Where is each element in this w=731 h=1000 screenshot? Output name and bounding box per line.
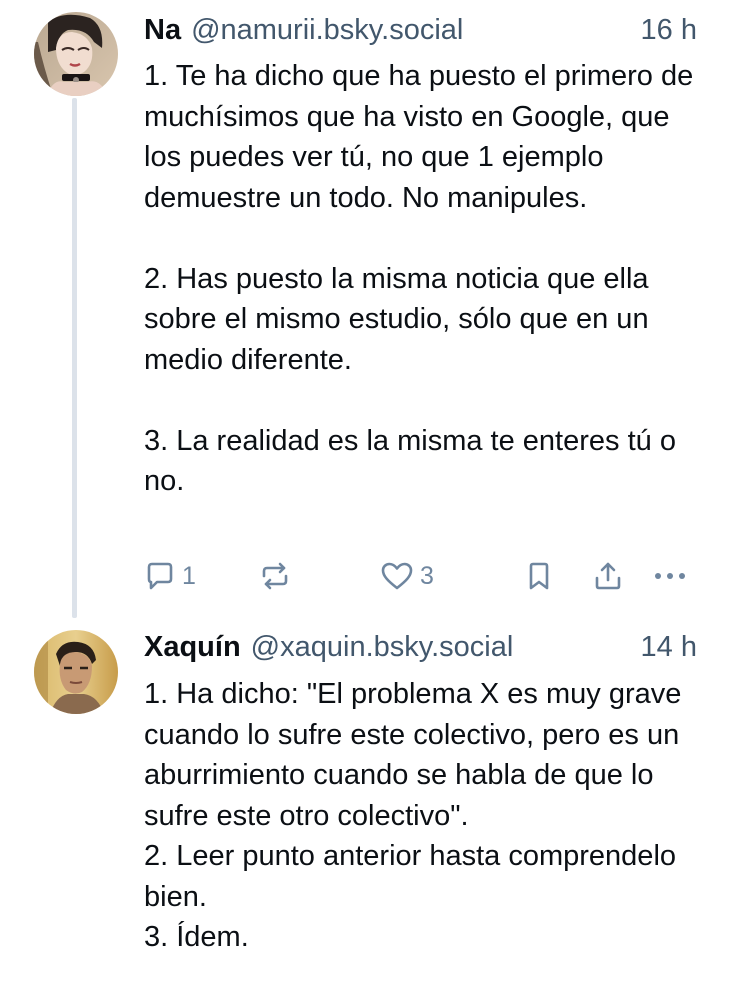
repost-button[interactable]: [258, 556, 292, 596]
post-paragraph: 2. Leer punto anterior hasta comprendelo…: [144, 840, 677, 913]
author-handle[interactable]: @xaquin.bsky.social: [251, 631, 514, 664]
share-upload-icon: [592, 560, 624, 592]
post-text: 1. Te ha dicho que ha puesto el primero …: [144, 56, 704, 502]
more-options-button[interactable]: [650, 556, 690, 596]
thread-connector-line: [72, 98, 77, 618]
bookmark-icon: [524, 560, 554, 592]
post-header: Na @namurii.bsky.social 16 h: [144, 10, 697, 50]
post-paragraph: 1. Te ha dicho que ha puesto el primero …: [144, 60, 694, 214]
like-button[interactable]: 3: [380, 556, 434, 596]
avatar[interactable]: [34, 12, 118, 96]
bookmark-button[interactable]: [524, 556, 554, 596]
post-paragraph: 3. La realidad es la misma te enteres tú…: [144, 424, 676, 498]
author-display-name[interactable]: Xaquín: [144, 631, 241, 664]
post-text: 1. Ha dicho: "El problema X es muy grave…: [144, 674, 704, 958]
share-button[interactable]: [592, 556, 624, 596]
post-paragraph: 1. Ha dicho: "El problema X es muy grave…: [144, 678, 682, 832]
reply-count: 1: [182, 561, 196, 590]
post-header: Xaquín @xaquin.bsky.social 14 h: [144, 627, 697, 667]
post-timestamp[interactable]: 14 h: [641, 631, 697, 664]
post-timestamp[interactable]: 16 h: [641, 14, 697, 47]
post-actions: 1 3: [144, 556, 696, 596]
like-count: 3: [420, 561, 434, 590]
reply-button[interactable]: 1: [144, 556, 196, 596]
repost-arrows-icon: [258, 560, 292, 592]
author-handle[interactable]: @namurii.bsky.social: [191, 14, 463, 47]
author-display-name[interactable]: Na: [144, 14, 181, 47]
ellipsis-icon: [650, 560, 690, 592]
heart-icon: [380, 560, 414, 592]
avatar[interactable]: [34, 630, 118, 714]
post-paragraph: 3. Ídem.: [144, 921, 249, 953]
post-paragraph: 2. Has puesto la misma noticia que ella …: [144, 262, 649, 376]
speech-bubble-icon: [144, 560, 176, 592]
